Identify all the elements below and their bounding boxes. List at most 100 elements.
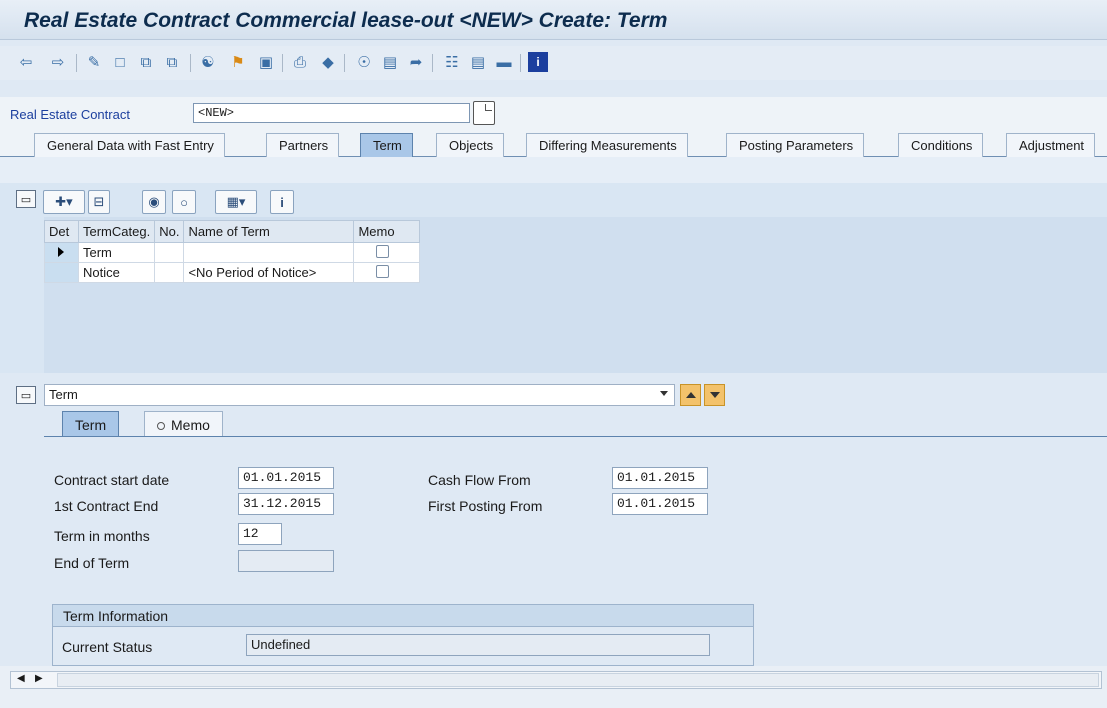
table-row[interactable]: Term [44, 242, 421, 263]
tab-objects[interactable]: Objects [436, 133, 505, 157]
end-of-term-field [238, 550, 334, 572]
col-memo[interactable]: Memo [353, 220, 421, 243]
first-posting-from-label: First Posting From [428, 498, 543, 514]
details-icon[interactable]: i [270, 190, 294, 214]
new-document-icon[interactable]: □ [110, 52, 130, 72]
tab-detail-term[interactable]: Term [62, 411, 120, 437]
next-entry-button[interactable] [704, 384, 725, 406]
copy-icon[interactable]: ⧉ [136, 52, 156, 72]
record-label: Real Estate Contract [10, 107, 130, 122]
end-of-term-label: End of Term [54, 555, 130, 571]
application-toolbar: ⇦ ⇨ ✎ □ ⧉ ⧉ ☯ ⚑ ▣ ⎙ ◆ ☉ ▤ ➦ ☷ ▤ ▬ i [0, 46, 1107, 80]
record-field[interactable]: <NEW> [193, 103, 470, 123]
find-next-icon[interactable]: ○ [172, 190, 196, 214]
window-title: Real Estate Contract Commercial lease-ou… [24, 9, 668, 32]
term-months-field[interactable]: 12 [238, 523, 282, 545]
contract-start-label: Contract start date [54, 472, 170, 488]
toolbar-separator [190, 54, 191, 72]
add-row-button[interactable]: ✚▾ [43, 190, 85, 214]
col-name-of-term[interactable]: Name of Term [183, 220, 355, 243]
structure-icon[interactable]: ☷ [442, 52, 462, 72]
save-icon[interactable]: ▣ [256, 52, 276, 72]
first-contract-end-field[interactable]: 31.12.2015 [238, 493, 334, 515]
scroll-track[interactable] [57, 673, 1099, 687]
table-icon[interactable]: ▤ [468, 52, 488, 72]
first-contract-end-label: 1st Contract End [54, 498, 159, 514]
memo-checkbox[interactable] [376, 264, 390, 278]
current-status-field: Undefined [246, 634, 710, 656]
tab-differing-measurements[interactable]: Differing Measurements [526, 133, 688, 157]
chevron-down-icon[interactable] [660, 391, 668, 396]
cell-term-category: Term [77, 242, 156, 263]
term-information-title: Term Information [53, 605, 753, 627]
toolbar-separator [76, 54, 77, 72]
toolbar-separator [520, 54, 521, 72]
selected-row-icon [58, 247, 64, 257]
term-months-label: Term in months [54, 528, 150, 544]
term-selector[interactable]: Term [44, 384, 675, 406]
copy-reference-icon[interactable]: ⧉ [162, 52, 182, 72]
tab-partners[interactable]: Partners [266, 133, 340, 157]
title-bar: Real Estate Contract Commercial lease-ou… [0, 0, 1107, 40]
current-status-label: Current Status [62, 639, 153, 655]
cell-memo [353, 242, 421, 263]
scroll-right-icon[interactable]: ▶ [35, 673, 43, 684]
table-row[interactable]: Notice <No Period of Notice> [44, 262, 421, 283]
tab-term[interactable]: Term [360, 133, 413, 157]
info-icon[interactable]: i [528, 52, 548, 72]
document-icon[interactable] [473, 101, 495, 125]
tab-detail-memo[interactable]: Memo [144, 411, 223, 437]
delete-icon[interactable]: ◆ [318, 52, 338, 72]
scroll-left-icon[interactable]: ◀ [17, 673, 25, 684]
detail-tabstrip: Term Memo [44, 409, 1107, 437]
edit-icon[interactable]: ✎ [84, 52, 104, 72]
tab-posting-parameters[interactable]: Posting Parameters [726, 133, 865, 157]
main-tabstrip: General Data with Fast Entry Partners Te… [0, 133, 1107, 157]
first-posting-from-field[interactable]: 01.01.2015 [612, 493, 708, 515]
collapse-panel-icon[interactable]: ▭ [16, 190, 36, 208]
cell-memo [353, 262, 421, 283]
pin-icon[interactable]: ⚑ [228, 52, 248, 72]
find-icon[interactable]: ◉ [142, 190, 166, 214]
back-arrow-icon[interactable]: ⇦ [16, 52, 36, 72]
row-selector[interactable] [44, 242, 79, 263]
record-header [0, 97, 1107, 133]
row-selector[interactable] [44, 262, 79, 283]
memo-checkbox[interactable] [376, 244, 390, 258]
print-icon[interactable]: ⎙ [290, 52, 310, 72]
documents-icon[interactable]: ▤ [380, 52, 400, 72]
tab-content-top [0, 157, 1107, 183]
send-icon[interactable]: ➦ [406, 52, 426, 72]
contract-start-field[interactable]: 01.01.2015 [238, 467, 334, 489]
cash-flow-from-field[interactable]: 01.01.2015 [612, 467, 708, 489]
hierarchy-icon[interactable]: ☯ [198, 52, 218, 72]
horizontal-scrollbar[interactable]: ◀ ▶ [10, 671, 1102, 689]
toolbar-separator [432, 54, 433, 72]
delete-row-button[interactable]: ⊟ [88, 190, 110, 214]
col-det[interactable]: Det [44, 220, 79, 243]
cell-term-category: Notice [77, 262, 156, 283]
cell-number [154, 262, 185, 283]
tab-detail-term-label: Term [75, 417, 107, 433]
tab-general-data[interactable]: General Data with Fast Entry [34, 133, 225, 157]
object-icon[interactable]: ☉ [354, 52, 374, 72]
display-icon[interactable]: ▬ [494, 52, 514, 72]
previous-entry-button[interactable] [680, 384, 701, 406]
tab-detail-memo-label: Memo [171, 417, 210, 433]
cell-name-of-term: <No Period of Notice> [183, 262, 355, 283]
cash-flow-from-label: Cash Flow From [428, 472, 531, 488]
cell-name-of-term [183, 242, 355, 263]
col-number[interactable]: No. [154, 220, 185, 243]
cell-number [154, 242, 185, 263]
term-selector-value: Term [49, 387, 78, 402]
forward-arrow-icon[interactable]: ⇨ [48, 52, 68, 72]
toolbar-separator [282, 54, 283, 72]
collapse-detail-icon[interactable]: ▭ [16, 386, 36, 404]
col-term-category[interactable]: TermCateg. [77, 220, 156, 243]
tab-conditions[interactable]: Conditions [898, 133, 984, 157]
tab-adjustment[interactable]: Adjustment [1006, 133, 1096, 157]
layout-button[interactable]: ▦▾ [215, 190, 257, 214]
term-table: Det TermCateg. No. Name of Term Memo Ter… [44, 220, 421, 283]
radio-icon [157, 422, 165, 430]
toolbar-separator [344, 54, 345, 72]
